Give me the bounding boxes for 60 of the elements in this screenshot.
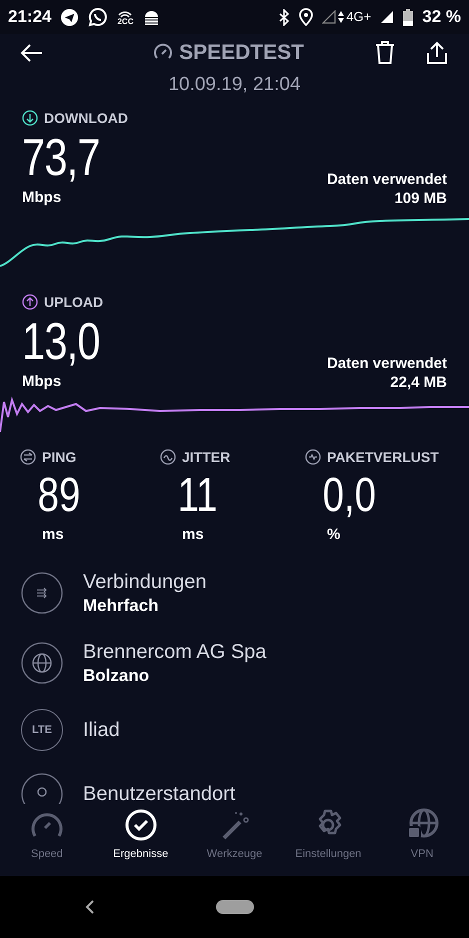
nav-tab[interactable]: Werkzeuge (188, 808, 282, 876)
battery-level: 32 % (422, 6, 461, 28)
notification-label: 2CC (117, 18, 134, 26)
nav-tab[interactable]: Ergebnisse (94, 808, 188, 876)
data-used-value: 109 MB (394, 189, 447, 208)
upload-icon (22, 294, 38, 310)
metric-value: 11 (176, 468, 218, 524)
detail-subtitle: Bolzano (83, 665, 150, 687)
test-date: 10.09.19, 21:04 (168, 72, 301, 97)
detail-title: Iliad (83, 718, 120, 743)
result-label: DOWNLOAD (44, 108, 128, 128)
broadcast-icon (118, 8, 132, 18)
data-used-label: Daten verwendet (326, 170, 447, 189)
detail-title: Verbindungen (83, 570, 206, 595)
result-value: 73,7 (22, 128, 100, 188)
bluetooth-icon (278, 8, 290, 26)
share-icon (426, 41, 448, 65)
location-icon (299, 8, 314, 26)
download-icon (22, 110, 38, 126)
result-label: UPLOAD (44, 292, 104, 312)
metric-unit: ms (181, 525, 205, 545)
metric-label: PING (42, 448, 76, 466)
globe-icon (21, 642, 63, 684)
chevron-left-icon (85, 899, 95, 915)
detail-title: Benutzerstandort (83, 782, 236, 804)
packet-loss-icon (305, 449, 321, 465)
screen-title: SPEEDTEST (179, 40, 304, 66)
nav-tab[interactable]: VPN (375, 808, 469, 876)
send-icon (60, 8, 80, 26)
result-unit: Mbps (22, 188, 62, 208)
transfer-icon (338, 11, 344, 23)
metric-unit: ms (41, 525, 65, 545)
chat-icon (88, 7, 108, 27)
nav-tab[interactable]: Speed (0, 808, 94, 876)
network-badge: LTE (21, 709, 63, 751)
result-unit: Mbps (22, 372, 62, 392)
data-used-value: 22,4 MB (390, 373, 447, 392)
detail-subtitle: Mehrfach (83, 595, 160, 617)
data-used-label: Daten verwendet (326, 354, 447, 373)
network-type: 4G+ (346, 8, 372, 26)
pin-icon (21, 773, 63, 804)
detail-title: Brennercom AG Spa (83, 640, 266, 665)
metric-label: PAKETVERLUST (327, 448, 439, 466)
status-time: 21:24 (8, 6, 52, 28)
battery-icon (403, 8, 414, 26)
signal-icon (380, 10, 394, 24)
result-value: 13,0 (22, 312, 100, 372)
metric-unit: % (326, 525, 342, 545)
home-pill[interactable] (216, 900, 254, 914)
back-arrow-icon (20, 43, 44, 63)
metric-value: 0,0 (322, 468, 377, 524)
arrows-icon (21, 572, 63, 614)
metric-value: 89 (36, 468, 82, 524)
signal-icon (322, 10, 336, 24)
jitter-icon (160, 449, 176, 465)
check-circle-icon (122, 808, 159, 842)
nav-tab[interactable]: Einstellungen (281, 808, 376, 876)
ping-icon (20, 449, 36, 465)
metric-label: JITTER (182, 448, 230, 466)
trash-icon (375, 41, 395, 65)
